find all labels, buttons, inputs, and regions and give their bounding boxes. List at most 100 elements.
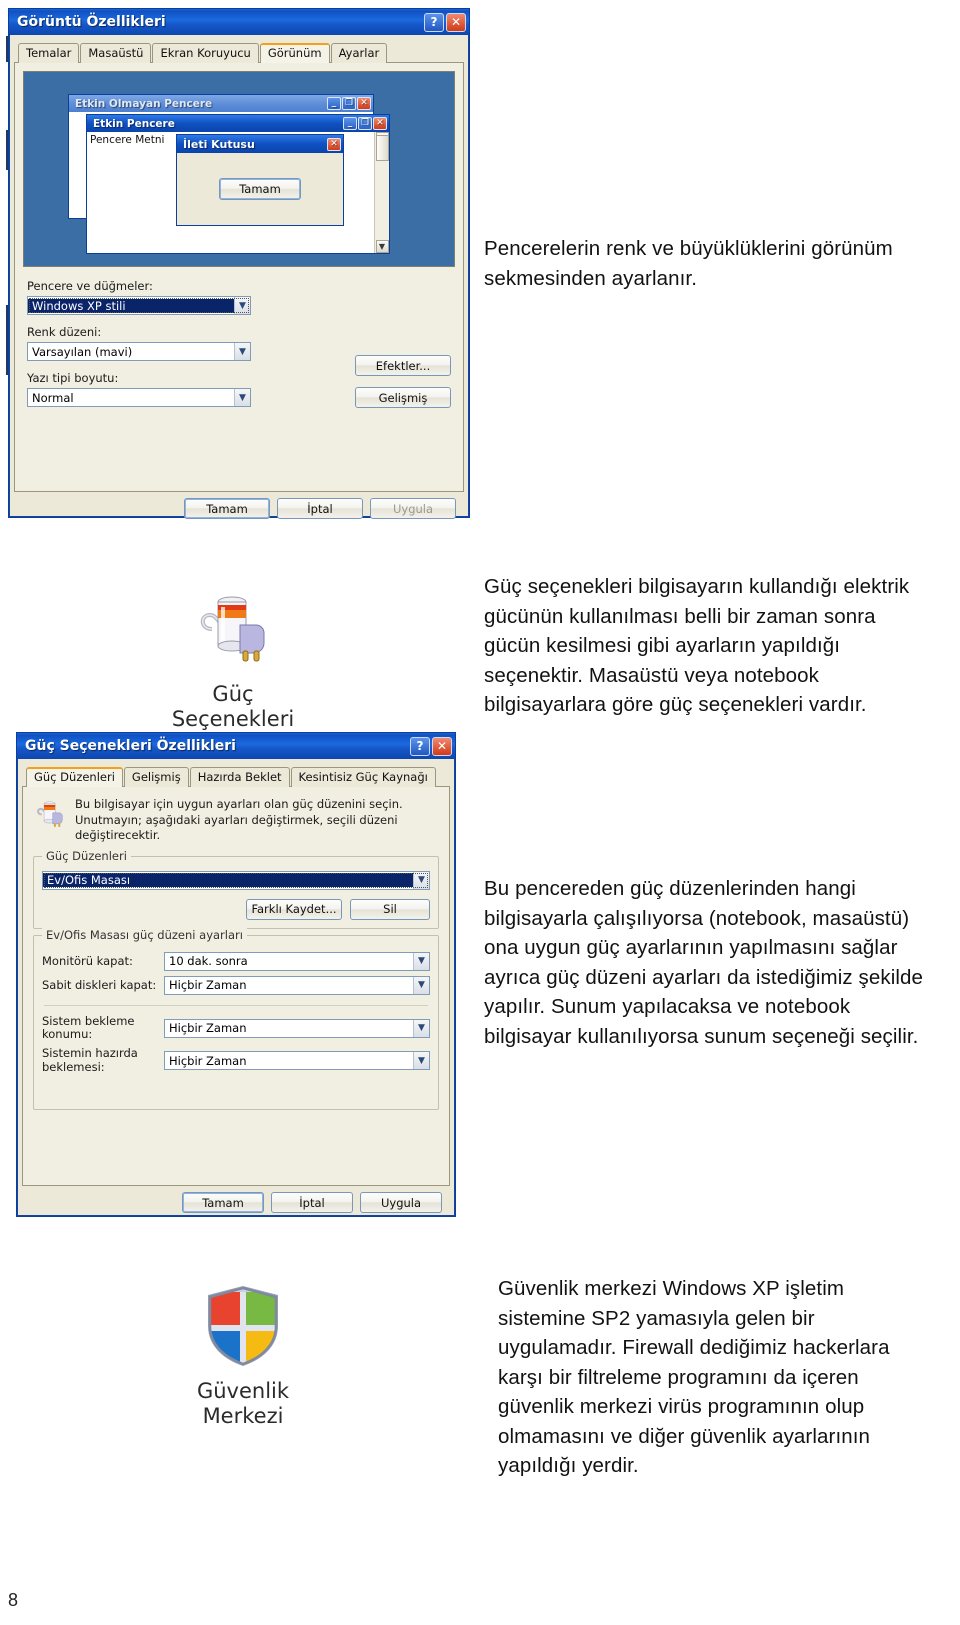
font-size-combo[interactable]: Normal ▼ xyxy=(27,388,251,407)
power-scheme-combo[interactable]: Ev/Ofis Masası ▼ xyxy=(42,870,430,890)
cancel-button[interactable]: İptal xyxy=(271,1192,353,1213)
tab-ekran-koruyucu[interactable]: Ekran Koruyucu xyxy=(152,43,259,63)
tab-temalar[interactable]: Temalar xyxy=(18,43,80,63)
power-scheme-value: Ev/Ofis Masası xyxy=(43,873,413,888)
tab-ayarlar[interactable]: Ayarlar xyxy=(330,43,388,63)
appearance-preview: Etkin Olmayan Pencere _ ❐ ✕ Etkin Pencer… xyxy=(23,71,455,267)
paragraph-power-window: Bu pencereden güç düzenlerinden hangi bi… xyxy=(484,877,924,1048)
display-dialog-footer: Tamam İptal Uygula xyxy=(14,492,464,523)
preview-inactive-titlebar: Etkin Olmayan Pencere _ ❐ ✕ xyxy=(69,95,373,112)
chevron-down-icon[interactable]: ▼ xyxy=(413,871,429,889)
power-scheme-settings-legend: Ev/Ofis Masası güç düzeni ayarları xyxy=(42,927,247,942)
maximize-icon[interactable]: ❐ xyxy=(342,97,356,110)
display-dialog-tabstrip[interactable]: Temalar Masaüstü Ekran Koruyucu Görünüm … xyxy=(14,41,464,63)
disks-off-value: Hiçbir Zaman xyxy=(169,978,247,993)
display-dialog-body: Temalar Masaüstü Ekran Koruyucu Görünüm … xyxy=(9,35,469,528)
power-icon-line2: Seçenekleri xyxy=(171,706,295,731)
power-schemes-group: Güç Düzenleri Ev/Ofis Masası ▼ Farklı Ka… xyxy=(33,848,439,929)
close-icon[interactable]: ✕ xyxy=(373,117,387,130)
chevron-down-icon[interactable]: ▼ xyxy=(413,1019,429,1037)
ok-button[interactable]: Tamam xyxy=(184,498,270,519)
security-center-icon-block[interactable]: Güvenlik Merkezi xyxy=(178,1282,308,1429)
power-options-icon-block[interactable]: Güç Seçenekleri xyxy=(168,585,298,732)
apply-button[interactable]: Uygula xyxy=(360,1192,442,1213)
scroll-down-icon[interactable]: ▼ xyxy=(375,240,389,253)
monitor-off-value: 10 dak. sonra xyxy=(169,954,248,969)
preview-active-title: Etkin Pencere xyxy=(93,117,175,130)
chevron-down-icon[interactable]: ▼ xyxy=(413,952,429,970)
windows-buttons-value: Windows XP stili xyxy=(28,298,234,313)
delete-button[interactable]: Sil xyxy=(350,898,430,920)
font-size-value: Normal xyxy=(32,390,74,405)
standby-combo[interactable]: Hiçbir Zaman ▼ xyxy=(164,1018,430,1038)
monitor-off-label: Monitörü kapat: xyxy=(42,954,133,969)
minimize-icon[interactable]: _ xyxy=(343,117,357,130)
power-dialog-title: Güç Seçenekleri Özellikleri xyxy=(25,738,236,754)
tab-guc-duzenleri[interactable]: Güç Düzenleri xyxy=(26,767,123,787)
display-dialog-title: Görüntü Özellikleri xyxy=(17,14,166,30)
tab-gelismis[interactable]: Gelişmiş xyxy=(123,767,189,787)
chevron-down-icon[interactable]: ▼ xyxy=(413,976,429,994)
paragraph-security: Güvenlik merkezi Windows XP işletim sist… xyxy=(498,1277,890,1478)
hibernate-label: Sistemin hazırda beklemesi: xyxy=(42,1046,138,1074)
ok-button[interactable]: Tamam xyxy=(182,1192,264,1213)
close-icon[interactable]: ✕ xyxy=(357,97,371,110)
security-icon-line1: Güvenlik xyxy=(196,1379,290,1403)
close-icon[interactable]: ✕ xyxy=(327,137,341,151)
minimize-icon[interactable]: _ xyxy=(327,97,341,110)
power-dialog-titlebar: Güç Seçenekleri Özellikleri ? ✕ xyxy=(17,733,455,759)
setting-row: Monitörü kapat: 10 dak. sonra ▼ xyxy=(42,951,430,971)
power-options-icon xyxy=(200,596,265,662)
disks-off-combo[interactable]: Hiçbir Zaman ▼ xyxy=(164,975,430,995)
power-scheme-settings-group: Ev/Ofis Masası güç düzeni ayarları Monit… xyxy=(33,927,439,1110)
standby-value: Hiçbir Zaman xyxy=(169,1021,247,1036)
divider xyxy=(44,1004,428,1006)
scroll-thumb[interactable] xyxy=(375,134,389,161)
preview-scrollbar[interactable]: ▲ ▼ xyxy=(374,132,389,253)
setting-row: Sistemin hazırda beklemesi: Hiçbir Zaman… xyxy=(42,1046,430,1075)
tab-gorunum[interactable]: Görünüm xyxy=(259,43,330,63)
power-dialog-tabstrip[interactable]: Güç Düzenleri Gelişmiş Hazırda Beklet Ke… xyxy=(22,765,450,787)
hibernate-combo[interactable]: Hiçbir Zaman ▼ xyxy=(164,1051,430,1071)
preview-message-box: İleti Kutusu ✕ Tamam xyxy=(176,134,344,226)
chevron-down-icon[interactable]: ▼ xyxy=(234,297,250,314)
security-center-shield-icon xyxy=(208,1286,278,1366)
save-as-button[interactable]: Farklı Kaydet... xyxy=(246,898,342,920)
setting-row: Sistem bekleme konumu: Hiçbir Zaman ▼ xyxy=(42,1013,430,1043)
chevron-down-icon[interactable]: ▼ xyxy=(234,343,250,360)
power-dialog-body: Güç Düzenleri Gelişmiş Hazırda Beklet Ke… xyxy=(17,759,455,1222)
chevron-down-icon[interactable]: ▼ xyxy=(413,1052,429,1070)
tab-kesintisiz-guc-kaynagi[interactable]: Kesintisiz Güç Kaynağı xyxy=(290,767,436,787)
security-center-icon-caption: Güvenlik Merkezi xyxy=(178,1379,308,1429)
power-options-small-icon xyxy=(37,801,63,828)
windows-buttons-combo[interactable]: Windows XP stili ▼ xyxy=(27,296,251,315)
maximize-icon[interactable]: ❐ xyxy=(358,117,372,130)
tab-hazirda-beklet[interactable]: Hazırda Beklet xyxy=(189,767,290,787)
color-scheme-label: Renk düzeni: xyxy=(27,325,102,339)
preview-active-titlebar: Etkin Pencere _ ❐ ✕ xyxy=(87,115,389,132)
paragraph-appearance: Pencerelerin renk ve büyüklüklerini görü… xyxy=(484,237,893,290)
tab-masaustu[interactable]: Masaüstü xyxy=(80,43,152,63)
disks-off-label: Sabit diskleri kapat: xyxy=(42,978,157,993)
chevron-down-icon[interactable]: ▼ xyxy=(234,389,250,406)
effects-button[interactable]: Efektler... xyxy=(355,355,451,376)
hibernate-value: Hiçbir Zaman xyxy=(169,1053,247,1068)
preview-ok-button[interactable]: Tamam xyxy=(219,178,301,200)
close-icon[interactable]: ✕ xyxy=(432,736,452,756)
help-icon[interactable]: ? xyxy=(424,12,444,32)
power-options-icon-caption: Güç Seçenekleri xyxy=(168,682,298,732)
page-number: 8 xyxy=(8,1590,19,1610)
close-icon[interactable]: ✕ xyxy=(446,12,466,32)
cancel-button[interactable]: İptal xyxy=(277,498,363,519)
preview-msgbox-titlebar: İleti Kutusu ✕ xyxy=(177,135,343,153)
power-info-text: Bu bilgisayar için uygun ayarları olan g… xyxy=(75,797,403,843)
power-schemes-tab-page: Bu bilgisayar için uygun ayarları olan g… xyxy=(22,786,450,1186)
power-options-dialog[interactable]: Güç Seçenekleri Özellikleri ? ✕ Güç Düze… xyxy=(16,732,456,1217)
advanced-button[interactable]: Gelişmiş xyxy=(355,387,451,408)
help-icon[interactable]: ? xyxy=(410,736,430,756)
monitor-off-combo[interactable]: 10 dak. sonra ▼ xyxy=(164,951,430,971)
paragraph-power-intro: Güç seçenekleri bilgisayarın kullandığı … xyxy=(484,575,910,717)
display-properties-dialog[interactable]: Görüntü Özellikleri ? ✕ Temalar Masaüstü… xyxy=(8,8,470,519)
standby-label: Sistem bekleme konumu: xyxy=(42,1013,135,1042)
color-scheme-combo[interactable]: Varsayılan (mavi) ▼ xyxy=(27,342,251,361)
